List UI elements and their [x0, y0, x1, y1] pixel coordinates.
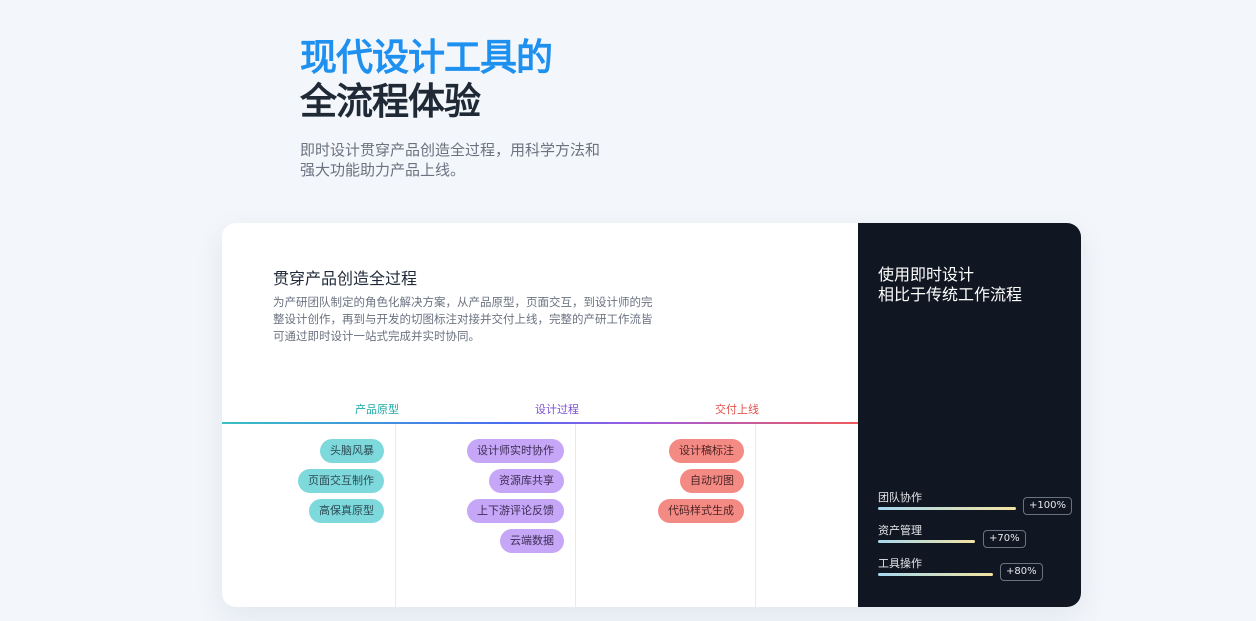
stage-label-prototype: 产品原型 [355, 403, 399, 416]
hero-title-line2: 全流程体验 [300, 80, 481, 123]
workflow-card: 贯穿产品创造全过程 为产研团队制定的角色化解决方案，从产品原型，页面交互，到设计… [222, 223, 1081, 607]
hero-title-line1: 现代设计工具的 [300, 36, 553, 79]
metric-value: +70% [983, 530, 1026, 548]
pill-page-interaction[interactable]: 页面交互制作 [298, 469, 384, 493]
pill-brainstorm[interactable]: 头脑风暴 [320, 439, 384, 463]
column-divider [575, 424, 576, 607]
stage-label-delivery: 交付上线 [715, 403, 759, 416]
pill-library-share[interactable]: 资源库共享 [489, 469, 564, 493]
metric-team-collab: 团队协作 +100% [878, 489, 1072, 515]
metric-bar [878, 507, 1016, 510]
pill-cloud-data[interactable]: 云端数据 [500, 529, 564, 553]
pill-realtime-collab[interactable]: 设计师实时协作 [467, 439, 564, 463]
metric-asset-management: 资产管理 +70% [878, 522, 1068, 548]
stage-label-design: 设计过程 [535, 403, 579, 416]
metric-value: +80% [1000, 563, 1043, 581]
comparison-title-line1: 使用即时设计 [878, 265, 975, 284]
comparison-panel: 使用即时设计 相比于传统工作流程 团队协作 +100% 资产管理 +70% 工具… [858, 223, 1081, 607]
metric-tool-operation: 工具操作 +80% [878, 555, 1068, 581]
metric-label: 资产管理 [878, 524, 922, 537]
metric-value: +100% [1023, 497, 1072, 515]
pill-hifi-prototype[interactable]: 高保真原型 [309, 499, 384, 523]
stage-progress-line [222, 422, 858, 424]
pill-annotation[interactable]: 设计稿标注 [669, 439, 744, 463]
metric-bar [878, 573, 993, 576]
column-divider [755, 424, 756, 607]
comparison-title: 使用即时设计 相比于传统工作流程 [878, 265, 1022, 305]
hero-subtitle: 即时设计贯穿产品创造全过程，用科学方法和强大功能助力产品上线。 [300, 141, 601, 179]
pill-auto-slice[interactable]: 自动切图 [680, 469, 744, 493]
pill-code-generation[interactable]: 代码样式生成 [658, 499, 744, 523]
comparison-title-line2: 相比于传统工作流程 [878, 285, 1023, 304]
process-panel: 贯穿产品创造全过程 为产研团队制定的角色化解决方案，从产品原型，页面交互，到设计… [222, 223, 858, 607]
column-divider [395, 424, 396, 607]
hero-section: 现代设计工具的 全流程体验 即时设计贯穿产品创造全过程，用科学方法和强大功能助力… [300, 36, 600, 180]
pill-comment-feedback[interactable]: 上下游评论反馈 [467, 499, 564, 523]
metric-bar [878, 540, 975, 543]
process-description: 为产研团队制定的角色化解决方案，从产品原型，页面交互，到设计师的完整设计创作，再… [273, 295, 653, 343]
process-title: 贯穿产品创造全过程 [273, 269, 418, 288]
